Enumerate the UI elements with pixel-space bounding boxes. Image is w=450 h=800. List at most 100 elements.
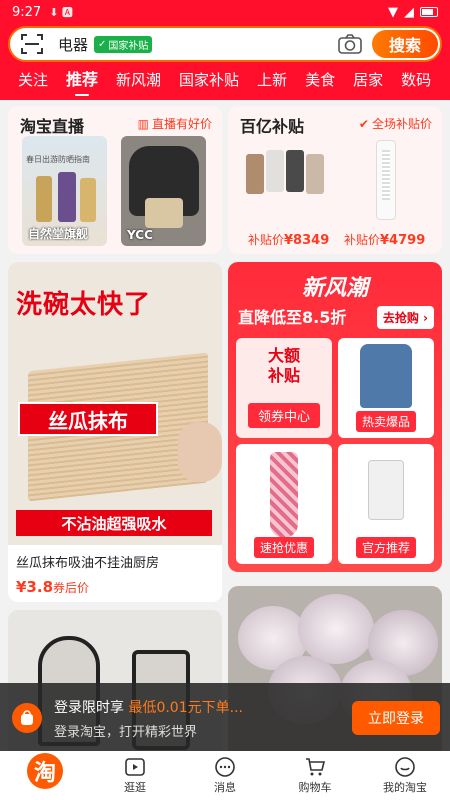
live-item-2[interactable]: YCC [121,136,206,246]
coupon-cell[interactable]: 大额 补贴 领券中心 [236,338,332,438]
signal-icon: ◢ [404,4,414,20]
flash-deal-pill[interactable]: 速抢优惠 [253,537,315,558]
scan-icon[interactable] [20,32,44,56]
national-subsidy-tag: ✓ 国家补贴 [94,35,153,53]
nav-messages[interactable]: 消息 [180,751,270,800]
flash-deal-cell[interactable]: 速抢优惠 [236,444,332,564]
live-subtitle-text: 直播有好价 [151,117,212,131]
chart-icon: ▥ [137,116,149,131]
coupon-center-pill[interactable]: 领券中心 [247,403,321,428]
live-card[interactable]: 淘宝直播 ▥ 直播有好价 春日出游防晒指南 自然堂旗舰 YCC [8,106,222,254]
official-pick-cell[interactable]: 官方推荐 [338,444,434,564]
status-bar: 9:27 ⬇ 🅰 ▼ ◢ [0,0,450,24]
hot-sale-cell[interactable]: 热卖爆品 [338,338,434,438]
product-card-loofah[interactable]: 洗碗太快了 丝瓜抹布 不沾油超强吸水 丝瓜抹布吸油不挂油厨房 ¥3.8券后价 [8,262,222,602]
smile-icon [395,757,415,777]
image-headline: 洗碗太快了 [16,290,152,320]
subsidy-card[interactable]: 百亿补贴 ✔ 全场补贴价 补贴价¥8349 补贴价¥4799 [228,106,442,254]
price-value: ¥4799 [380,233,426,248]
product-title[interactable]: 丝瓜抹布吸油不挂油厨房 [16,552,159,571]
bottom-nav: 淘 逛逛 消息 购物车 我的淘宝 [0,751,450,800]
search-button[interactable]: 搜索 [372,30,438,58]
nav-my-taobao-label: 我的淘宝 [383,781,427,794]
big-subsidy-line-1: 大额 [267,346,300,365]
tab-national-subsidy[interactable]: 国家补贴 [179,68,239,100]
dress-image [270,452,298,538]
shield-icon: ✔ [358,116,369,131]
new-trend-card[interactable]: 新风潮 直降低至8.5折 去抢购 › 大额 补贴 领券中心 热卖爆品 速抢优惠 … [228,262,442,572]
live-title: 淘宝直播 [20,117,85,136]
tower-ac-grille [382,150,390,200]
hot-sale-pill[interactable]: 热卖爆品 [355,411,417,432]
login-button[interactable]: 立即登录 [352,701,440,735]
tab-new-arrivals[interactable]: 上新 [257,68,287,100]
play-icon [125,758,145,776]
phone-image [306,154,324,194]
garlic-image [298,594,374,664]
tab-follow[interactable]: 关注 [18,68,48,100]
live-item-banner: 春日出游防晒指南 [26,155,90,164]
serum-bottle-image [58,172,76,222]
camera-icon[interactable] [338,34,362,54]
battery-icon [420,7,438,17]
wifi-icon: ▼ [388,4,398,20]
status-time: 9:27 [12,4,42,20]
new-trend-title: 新风潮 [301,276,368,301]
login-promo-prefix: 登录限时享 [54,700,124,716]
taobao-logo-icon[interactable]: 淘 [27,753,63,789]
login-promo-text: 登录限时享 最低0.01元下单... [54,697,243,717]
nav-home[interactable]: 淘 [0,751,90,800]
robot-vacuum-image [368,460,404,520]
price-label: 补贴价 [344,233,381,247]
official-pick-pill[interactable]: 官方推荐 [355,537,417,558]
live-item-2-label: YCC [127,228,153,242]
tab-recommend[interactable]: 推荐 [66,68,98,100]
search-keyword[interactable]: 电器 [58,34,88,55]
denim-shirt-image [360,344,412,408]
price-value: ¥3.8 [16,578,54,596]
tab-food[interactable]: 美食 [305,68,335,100]
phone-image [246,154,264,194]
nav-cart[interactable]: 购物车 [270,751,360,800]
live-item-1-label: 自然堂旗舰 [28,227,89,241]
subsidy-title: 百亿补贴 [240,117,305,136]
go-buy-button[interactable]: 去抢购 › [376,306,434,329]
serum-bottle-image [80,178,96,222]
product-price: ¥3.8券后价 [16,578,89,596]
hand-image [178,422,222,482]
air-conditioner-product-image[interactable] [342,140,428,224]
nav-my-taobao[interactable]: 我的淘宝 [360,751,450,800]
nav-browse-label: 逛逛 [124,781,146,794]
search-box[interactable]: 电器 ✓ 国家补贴 搜索 [8,26,442,62]
price-label: 补贴价 [248,233,285,247]
price-suffix: 券后价 [53,581,90,595]
nav-browse[interactable]: 逛逛 [90,751,180,800]
big-subsidy-line-2: 补贴 [267,366,300,385]
tag-label: 国家补贴 [108,40,149,52]
login-promo-highlight: 最低0.01元下单... [128,700,243,716]
notification-icons: ⬇ 🅰 [49,6,73,19]
header: 电器 ✓ 国家补贴 搜索 关注 推荐 新风潮 国家补贴 上新 美食 居家 数码 [0,24,450,100]
product-image[interactable]: 洗碗太快了 丝瓜抹布 不沾油超强吸水 [8,262,222,545]
phone-product-image[interactable] [242,140,328,224]
tab-home[interactable]: 居家 [353,68,383,100]
tab-new-trend[interactable]: 新风潮 [116,68,161,100]
price-value: ¥8349 [284,233,330,248]
cart-icon [306,758,326,776]
taobao-bag-icon [12,703,42,733]
phone-image [286,150,304,192]
tab-digital[interactable]: 数码 [401,68,431,100]
new-trend-subtitle: 直降低至8.5折 [238,308,347,327]
subsidy-item-2-price: 补贴价¥4799 [344,231,425,248]
message-icon [215,757,235,777]
bag-image [145,198,183,228]
status-right-icons: ▼ ◢ [388,5,438,20]
phone-image [266,150,284,192]
app-root: 9:27 ⬇ 🅰 ▼ ◢ 电器 ✓ 国家补贴 搜索 关注 推荐 新风潮 国家补贴… [0,0,450,800]
serum-bottle-image [36,176,52,222]
subsidy-subtitle-text: 全场补贴价 [371,117,432,131]
nav-messages-label: 消息 [214,781,236,794]
live-subtitle: ▥ 直播有好价 [138,115,212,132]
live-item-1[interactable]: 春日出游防晒指南 自然堂旗舰 [22,136,107,246]
image-feature-strip: 不沾油超强吸水 [16,510,212,536]
